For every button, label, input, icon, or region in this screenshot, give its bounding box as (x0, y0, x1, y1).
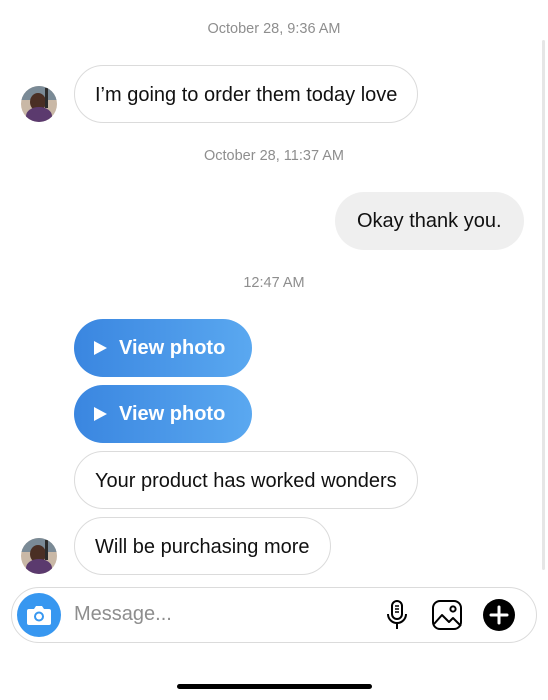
message-bubble-incoming[interactable]: Will be purchasing more (74, 517, 331, 575)
gallery-icon[interactable] (430, 598, 464, 632)
avatar[interactable] (21, 86, 57, 122)
message-bubble-incoming[interactable]: Your product has worked wonders (74, 451, 418, 509)
message-bubble-outgoing[interactable]: Okay thank you. (335, 192, 524, 250)
message-bubble-incoming[interactable]: I’m going to order them today love (74, 65, 419, 123)
microphone-icon[interactable] (380, 598, 414, 632)
view-photo-button[interactable]: View photo (74, 319, 252, 377)
scrollbar[interactable] (542, 40, 545, 570)
avatar-image (21, 538, 57, 574)
camera-button[interactable] (17, 593, 61, 637)
timestamp: 12:47 AM (243, 275, 305, 291)
timestamp: October 28, 9:36 AM (207, 21, 341, 37)
view-photo-button[interactable]: View photo (74, 385, 252, 443)
play-icon (94, 341, 107, 355)
view-photo-label: View photo (119, 337, 226, 359)
play-icon (94, 407, 107, 421)
message-input[interactable]: Message... (74, 588, 172, 641)
home-indicator[interactable] (177, 684, 372, 689)
timestamp: October 28, 11:37 AM (204, 148, 344, 164)
avatar[interactable] (21, 538, 57, 574)
avatar-image (21, 86, 57, 122)
plus-icon[interactable] (482, 598, 516, 632)
camera-icon (27, 606, 51, 625)
message-composer: Message... (11, 587, 537, 643)
view-photo-label: View photo (119, 403, 226, 425)
